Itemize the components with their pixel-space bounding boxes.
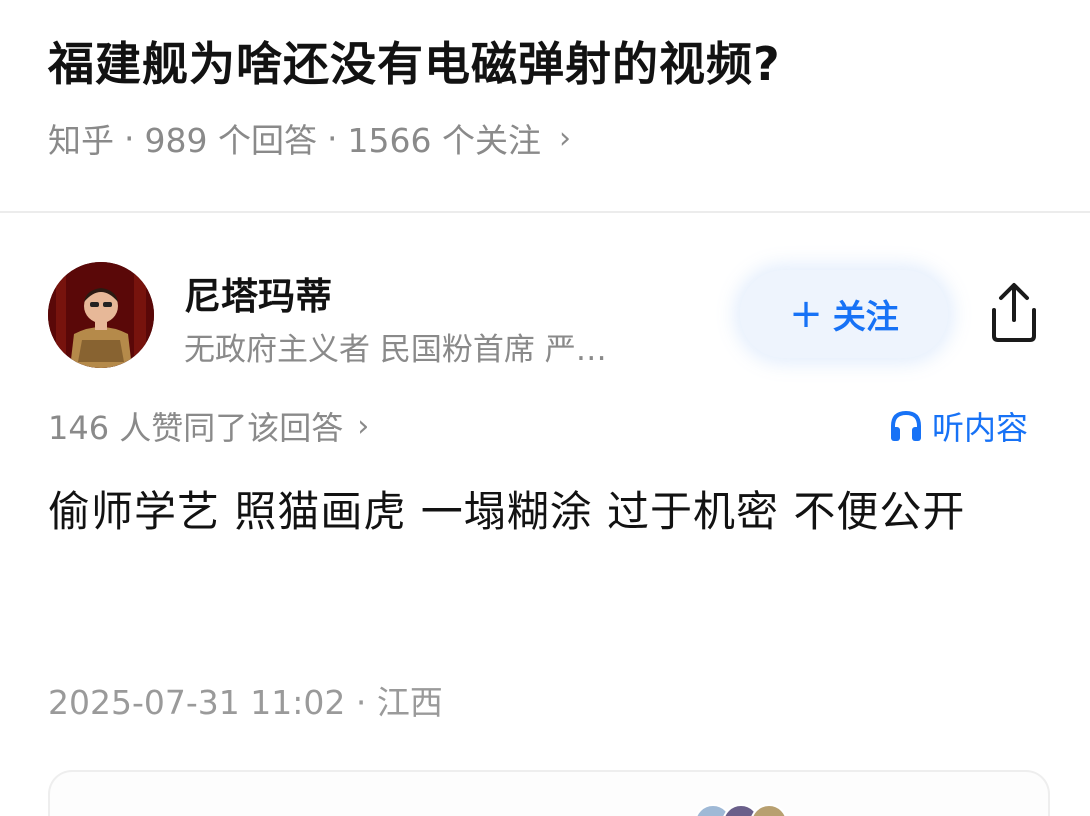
answer-content[interactable]: 偷师学艺 照猫画虎 一塌糊涂 过于机密 不便公开 bbox=[48, 474, 1048, 550]
section-divider bbox=[0, 211, 1090, 213]
avatar-image bbox=[48, 262, 154, 368]
commenter-avatars bbox=[694, 804, 788, 816]
plus-icon: + bbox=[789, 291, 823, 337]
answer-page: 福建舰为啥还没有电磁弹射的视频? 知乎 · 989 个回答 · 1566 个关注… bbox=[0, 0, 1090, 816]
followers-count: 1566 个关注 bbox=[347, 121, 541, 160]
follow-label: 关注 bbox=[832, 297, 899, 336]
chevron-right-icon: › bbox=[357, 408, 370, 444]
listen-button[interactable]: 听内容 bbox=[888, 403, 1028, 449]
question-title[interactable]: 福建舰为啥还没有电磁弹射的视频? bbox=[48, 28, 781, 94]
avatar[interactable] bbox=[48, 262, 154, 368]
meta-separator: · bbox=[326, 118, 338, 158]
vote-summary[interactable]: 146 人赞同了该回答 › bbox=[48, 403, 369, 449]
avatar bbox=[750, 804, 788, 816]
follow-button[interactable]: + 关注 bbox=[740, 270, 948, 358]
answers-count: 989 个回答 bbox=[144, 121, 317, 160]
vote-count: 146 人赞同了该回答 bbox=[48, 409, 344, 447]
share-icon[interactable] bbox=[986, 280, 1042, 344]
comment-bar[interactable] bbox=[48, 770, 1050, 816]
source-label: 知乎 bbox=[48, 121, 114, 160]
author-bio: 无政府主义者 民国粉首席 严… bbox=[184, 332, 607, 368]
headphones-icon bbox=[891, 410, 921, 441]
meta-separator: · bbox=[124, 118, 135, 158]
question-meta[interactable]: 知乎 · 989 个回答 · 1566 个关注 › bbox=[48, 114, 571, 162]
answer-timestamp: 2025-07-31 11:02 · 江西 bbox=[48, 683, 443, 722]
author-name[interactable]: 尼塔玛蒂 bbox=[184, 266, 332, 320]
listen-label: 听内容 bbox=[932, 409, 1029, 447]
chevron-right-icon: › bbox=[558, 120, 571, 156]
